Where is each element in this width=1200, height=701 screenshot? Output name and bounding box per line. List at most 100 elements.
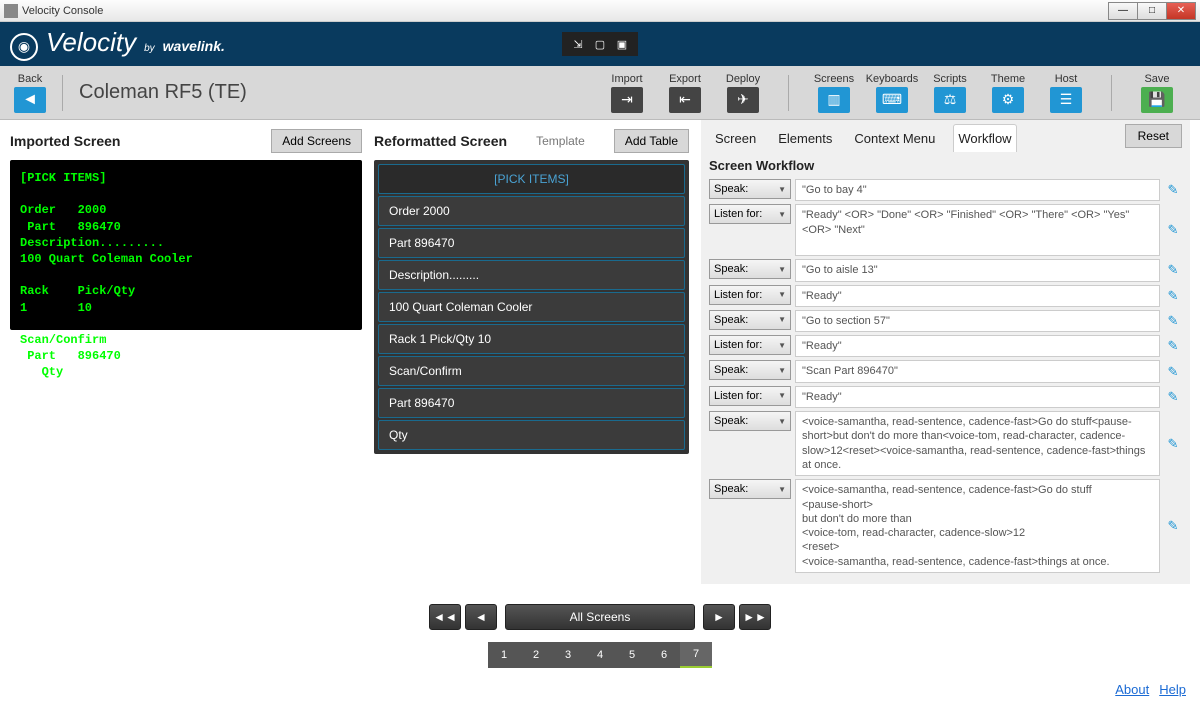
workflow-row: Listen for:"Ready"✎ <box>709 335 1182 357</box>
page-button[interactable]: 7 <box>680 642 712 668</box>
reformat-item[interactable]: 100 Quart Coleman Cooler <box>378 292 685 322</box>
listen-dropdown[interactable]: Listen for: <box>709 335 791 355</box>
edit-icon[interactable]: ✎ <box>1164 360 1182 382</box>
export-icon[interactable]: ⇲ <box>570 36 586 52</box>
save-button[interactable]: Save 💾 <box>1128 73 1186 113</box>
speak-dropdown[interactable]: Speak: <box>709 479 791 499</box>
deploy-icon: ✈ <box>727 87 759 113</box>
back-button[interactable]: ◄ <box>14 87 46 113</box>
divider <box>788 75 789 111</box>
workflow-text[interactable]: "Go to aisle 13" <box>795 259 1160 281</box>
reformat-item[interactable]: Scan/Confirm <box>378 356 685 386</box>
listen-dropdown[interactable]: Listen for: <box>709 386 791 406</box>
divider <box>62 75 63 111</box>
maximize-button[interactable]: □ <box>1137 2 1167 20</box>
edit-icon[interactable]: ✎ <box>1164 335 1182 357</box>
workflow-text[interactable]: "Go to bay 4" <box>795 179 1160 201</box>
footer-links: About Help <box>0 678 1200 701</box>
edit-icon[interactable]: ✎ <box>1164 479 1182 573</box>
tab-context-menu[interactable]: Context Menu <box>850 125 939 152</box>
speak-dropdown[interactable]: Speak: <box>709 259 791 279</box>
theme-button[interactable]: Theme ⚙ <box>979 73 1037 113</box>
reformat-item[interactable]: Rack 1 Pick/Qty 10 <box>378 324 685 354</box>
add-table-button[interactable]: Add Table <box>614 129 689 153</box>
display-icon[interactable]: ▢ <box>592 36 608 52</box>
workflow-text[interactable]: <voice-samantha, read-sentence, cadence-… <box>795 411 1160 476</box>
about-link[interactable]: About <box>1115 682 1149 697</box>
page-button[interactable]: 3 <box>552 642 584 668</box>
tab-elements[interactable]: Elements <box>774 125 836 152</box>
pagination: 1234567 <box>0 636 1200 678</box>
workflow-row: Speak:<voice-samantha, read-sentence, ca… <box>709 411 1182 476</box>
reformat-item[interactable]: Order 2000 <box>378 196 685 226</box>
keyboards-button[interactable]: Keyboards ⌨ <box>863 73 921 113</box>
screens-button[interactable]: Screens ▥ <box>805 73 863 113</box>
listen-dropdown[interactable]: Listen for: <box>709 285 791 305</box>
page-button[interactable]: 6 <box>648 642 680 668</box>
page-button[interactable]: 2 <box>520 642 552 668</box>
scripts-icon: ⚖ <box>934 87 966 113</box>
edit-icon[interactable]: ✎ <box>1164 179 1182 201</box>
reset-button[interactable]: Reset <box>1125 124 1182 148</box>
nav-last-button[interactable]: ►► <box>739 604 771 630</box>
workflow-text[interactable]: "Ready" <box>795 285 1160 307</box>
brand-center-controls: ⇲ ▢ ▣ <box>562 32 638 56</box>
speak-dropdown[interactable]: Speak: <box>709 310 791 330</box>
help-link[interactable]: Help <box>1159 682 1186 697</box>
workflow-row: Speak:"Scan Part 896470"✎ <box>709 360 1182 382</box>
app-icon <box>4 4 18 18</box>
page-button[interactable]: 5 <box>616 642 648 668</box>
screen-navigation: ◄◄ ◄ All Screens ► ►► <box>0 592 1200 636</box>
workflow-text[interactable]: "Ready" <box>795 335 1160 357</box>
keyboards-icon: ⌨ <box>876 87 908 113</box>
brand-icon: ◉ <box>10 33 38 61</box>
tab-workflow[interactable]: Workflow <box>953 124 1016 152</box>
screens-icon: ▥ <box>818 87 850 113</box>
frame-icon[interactable]: ▣ <box>614 36 630 52</box>
export-button[interactable]: Export ⇤ <box>656 73 714 113</box>
theme-icon: ⚙ <box>992 87 1024 113</box>
edit-icon[interactable]: ✎ <box>1164 310 1182 332</box>
nav-next-button[interactable]: ► <box>703 604 735 630</box>
host-button[interactable]: Host ☰ <box>1037 73 1095 113</box>
add-screens-button[interactable]: Add Screens <box>271 129 362 153</box>
workflow-text[interactable]: "Ready" <OR> "Done" <OR> "Finished" <OR>… <box>795 204 1160 256</box>
import-button[interactable]: Import ⇥ <box>598 73 656 113</box>
edit-icon[interactable]: ✎ <box>1164 386 1182 408</box>
workflow-row: Listen for:"Ready"✎ <box>709 386 1182 408</box>
close-button[interactable]: ✕ <box>1166 2 1196 20</box>
page-button[interactable]: 1 <box>488 642 520 668</box>
listen-dropdown[interactable]: Listen for: <box>709 204 791 224</box>
edit-icon[interactable]: ✎ <box>1164 259 1182 281</box>
page-button[interactable]: 4 <box>584 642 616 668</box>
edit-icon[interactable]: ✎ <box>1164 204 1182 256</box>
nav-all-screens-button[interactable]: All Screens <box>505 604 695 630</box>
back-label: Back <box>18 73 42 85</box>
workflow-row: Speak:"Go to bay 4"✎ <box>709 179 1182 201</box>
save-icon: 💾 <box>1141 87 1173 113</box>
edit-icon[interactable]: ✎ <box>1164 411 1182 476</box>
tab-screen[interactable]: Screen <box>711 125 760 152</box>
tabs: Screen Elements Context Menu Workflow <box>709 120 1182 152</box>
scripts-button[interactable]: Scripts ⚖ <box>921 73 979 113</box>
reformat-list: [PICK ITEMS]Order 2000Part 896470Descrip… <box>374 160 689 454</box>
reformat-item[interactable]: Description......... <box>378 260 685 290</box>
reformat-item[interactable]: Qty <box>378 420 685 450</box>
reformat-item[interactable]: [PICK ITEMS] <box>378 164 685 194</box>
edit-icon[interactable]: ✎ <box>1164 285 1182 307</box>
workflow-panel: Screen Elements Context Menu Workflow Re… <box>701 120 1190 584</box>
speak-dropdown[interactable]: Speak: <box>709 411 791 431</box>
minimize-button[interactable]: — <box>1108 2 1138 20</box>
speak-dropdown[interactable]: Speak: <box>709 360 791 380</box>
workflow-text[interactable]: <voice-samantha, read-sentence, cadence-… <box>795 479 1160 573</box>
workflow-text[interactable]: "Ready" <box>795 386 1160 408</box>
reformat-item[interactable]: Part 896470 <box>378 388 685 418</box>
reformat-item[interactable]: Part 896470 <box>378 228 685 258</box>
deploy-button[interactable]: Deploy ✈ <box>714 73 772 113</box>
workflow-text[interactable]: "Scan Part 896470" <box>795 360 1160 382</box>
nav-first-button[interactable]: ◄◄ <box>429 604 461 630</box>
workflow-text[interactable]: "Go to section 57" <box>795 310 1160 332</box>
speak-dropdown[interactable]: Speak: <box>709 179 791 199</box>
nav-prev-button[interactable]: ◄ <box>465 604 497 630</box>
workflow-title: Screen Workflow <box>709 158 1182 173</box>
